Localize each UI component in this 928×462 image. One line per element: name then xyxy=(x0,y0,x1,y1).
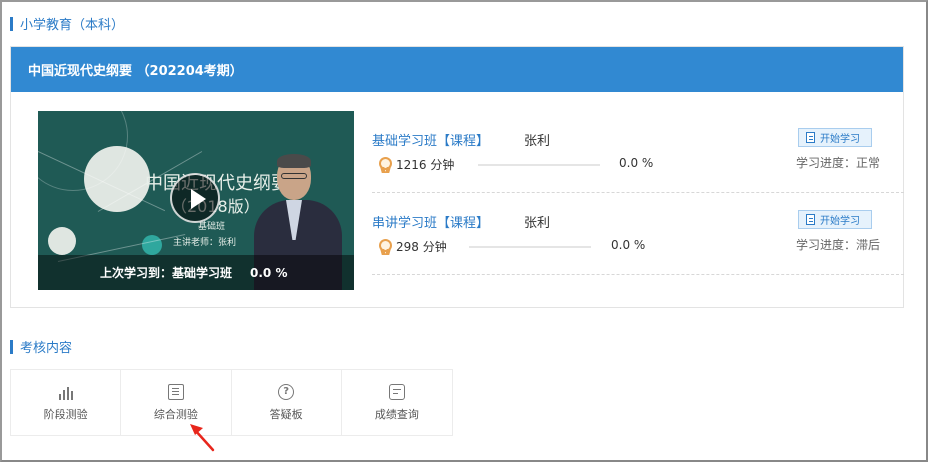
lesson-name-link[interactable]: 串讲学习班【课程】 xyxy=(372,212,489,231)
lesson-teacher: 张利 xyxy=(524,216,551,231)
lesson-duration-text: 1216 分钟 xyxy=(396,158,455,172)
progress-percent: 0.0 % xyxy=(611,238,646,252)
last-study-percent: 0.0 % xyxy=(250,265,288,280)
start-study-button[interactable]: 开始学习 xyxy=(798,128,872,147)
document-icon xyxy=(806,214,815,225)
category-title-text: 小学教育（本科） xyxy=(20,18,125,33)
decor-circle-teal xyxy=(142,235,162,255)
start-study-label: 开始学习 xyxy=(820,216,860,227)
lesson-name-link[interactable]: 基础学习班【课程】 xyxy=(372,130,489,149)
lesson-row: 串讲学习班【课程】 张利 298 分钟 0.0 % 开始学习 学习进度：滞后 xyxy=(372,193,904,275)
section-marker xyxy=(10,339,13,354)
section-marker xyxy=(10,16,13,31)
exam-item-qa-board[interactable]: ? 答疑板 xyxy=(232,370,342,435)
course-title: 中国近现代史纲要 （202204考期） xyxy=(28,64,243,79)
study-status: 学习进度：滞后 xyxy=(795,238,880,252)
course-header: 中国近现代史纲要 （202204考期） xyxy=(11,47,903,92)
document-icon xyxy=(167,383,184,400)
lesson-duration-text: 298 分钟 xyxy=(396,240,447,254)
course-card: 中国近现代史纲要 （202204考期） 中国近现代史纲要 （2018版） 基础班… xyxy=(10,46,904,308)
progress-bar xyxy=(469,246,591,248)
lesson-row: 基础学习班【课程】 张利 1216 分钟 0.0 % 开始学习 学习进度：正常 xyxy=(372,111,904,193)
exam-item-label: 答疑板 xyxy=(269,407,303,421)
video-thumbnail[interactable]: 中国近现代史纲要 （2018版） 基础班 主讲老师：张利 上次学习到：基础学习班… xyxy=(38,111,354,290)
exam-item-stage-test[interactable]: 阶段测验 xyxy=(11,370,122,435)
lesson-teacher: 张利 xyxy=(524,134,551,149)
teacher-hair xyxy=(277,154,311,168)
lesson-duration: 1216 分钟 xyxy=(378,156,454,173)
exam-title-text: 考核内容 xyxy=(20,341,73,356)
bar-chart-icon xyxy=(58,384,74,400)
start-study-label: 开始学习 xyxy=(820,134,860,145)
exam-item-label: 阶段测验 xyxy=(43,407,88,421)
progress-percent: 0.0 % xyxy=(619,156,654,170)
annotation-arrow-icon xyxy=(190,424,215,452)
exam-grid: 阶段测验 综合测验 ? 答疑板 成绩查询 xyxy=(10,369,453,436)
exam-item-score-query[interactable]: 成绩查询 xyxy=(342,370,452,435)
document-icon xyxy=(806,132,815,143)
category-title: 小学教育（本科） xyxy=(10,14,124,33)
exam-item-label: 成绩查询 xyxy=(374,407,419,421)
medal-icon xyxy=(378,238,393,255)
last-study-bar: 上次学习到：基础学习班 0.0 % xyxy=(38,255,354,290)
decor-circle-small xyxy=(48,227,76,255)
medal-icon xyxy=(378,156,393,173)
thumb-teacher: 主讲老师：张利 xyxy=(173,238,237,248)
last-study-label: 上次学习到：基础学习班 xyxy=(100,266,233,280)
progress-bar xyxy=(478,164,600,166)
question-icon: ? xyxy=(278,383,295,400)
message-icon xyxy=(388,383,405,400)
play-icon[interactable] xyxy=(170,173,220,223)
teacher-glasses xyxy=(281,173,307,179)
start-study-button[interactable]: 开始学习 xyxy=(798,210,872,229)
study-status: 学习进度：正常 xyxy=(795,156,880,170)
exam-section-title: 考核内容 xyxy=(10,337,72,356)
lesson-duration: 298 分钟 xyxy=(378,238,447,255)
